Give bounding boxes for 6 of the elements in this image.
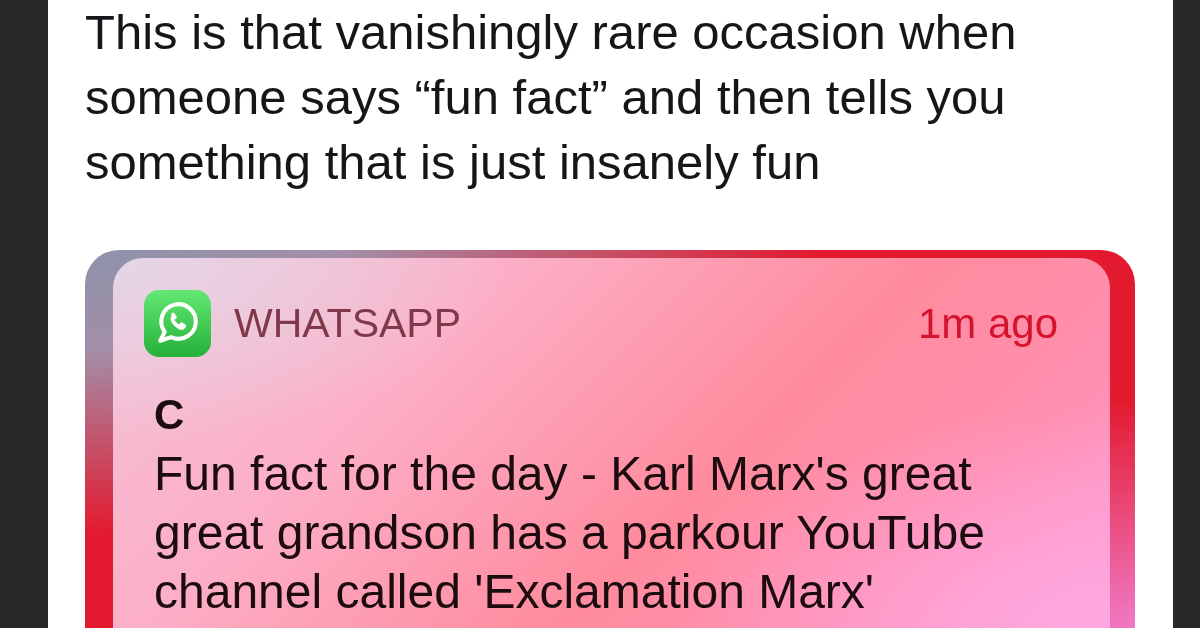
message-text: Fun fact for the day - Karl Marx's great great grandson has a parkour YouTube channel called 'Exclamation Marx' [154, 446, 986, 620]
app-name: WHATSAPP [234, 300, 462, 347]
post-text: This is that vanishingly rare occasion when someone says “fun fact” and then tells you something that is just insanely fun [85, 4, 1018, 191]
speech-bubble-icon [144, 290, 211, 357]
notification-time: 1m ago [917, 299, 1058, 348]
sender-name: C [154, 390, 186, 440]
